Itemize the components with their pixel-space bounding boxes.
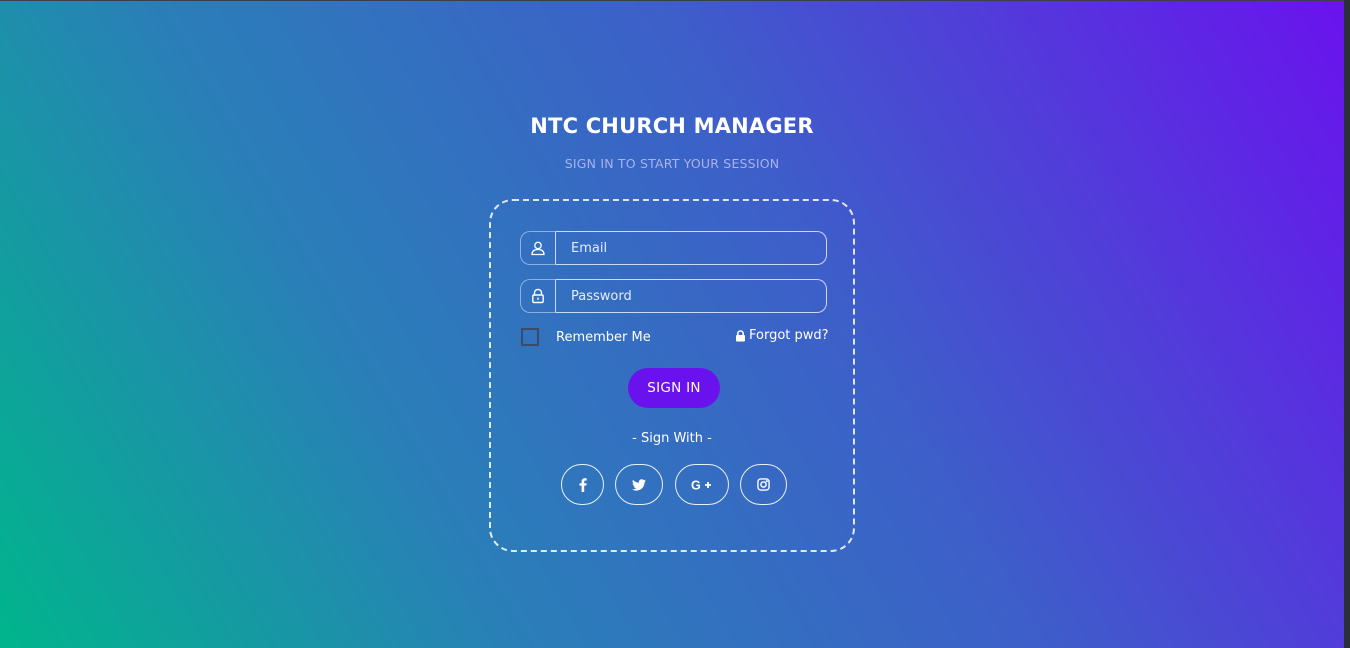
twitter-icon xyxy=(632,478,646,491)
sign-with-label: - Sign With - xyxy=(632,431,712,446)
instagram-icon xyxy=(757,478,770,491)
svg-text:G: G xyxy=(691,478,701,492)
password-addon xyxy=(520,279,556,313)
google-plus-button[interactable]: G xyxy=(675,464,729,505)
lock-icon xyxy=(735,329,746,342)
facebook-button[interactable] xyxy=(561,464,604,505)
password-input[interactable] xyxy=(556,279,827,313)
email-field-group xyxy=(520,231,827,265)
window-top-border xyxy=(0,0,1350,1)
email-addon xyxy=(520,231,556,265)
password-field-group xyxy=(520,279,827,313)
remember-me-label[interactable]: Remember Me xyxy=(556,330,651,345)
user-icon xyxy=(530,240,546,256)
instagram-button[interactable] xyxy=(740,464,787,505)
forgot-password-label: Forgot pwd? xyxy=(749,328,829,343)
forgot-password-link[interactable]: Forgot pwd? xyxy=(735,328,829,343)
google-plus-icon: G xyxy=(691,478,713,492)
remember-me-checkbox[interactable] xyxy=(521,328,539,346)
facebook-icon xyxy=(579,477,587,492)
lock-icon xyxy=(531,288,545,304)
scrollbar[interactable] xyxy=(1344,0,1350,648)
page-title: NTC CHURCH MANAGER xyxy=(530,114,814,138)
email-input[interactable] xyxy=(556,231,827,265)
page-subtitle: SIGN IN TO START YOUR SESSION xyxy=(564,156,780,171)
sign-in-button[interactable]: SIGN IN xyxy=(628,368,720,408)
twitter-button[interactable] xyxy=(615,464,663,505)
